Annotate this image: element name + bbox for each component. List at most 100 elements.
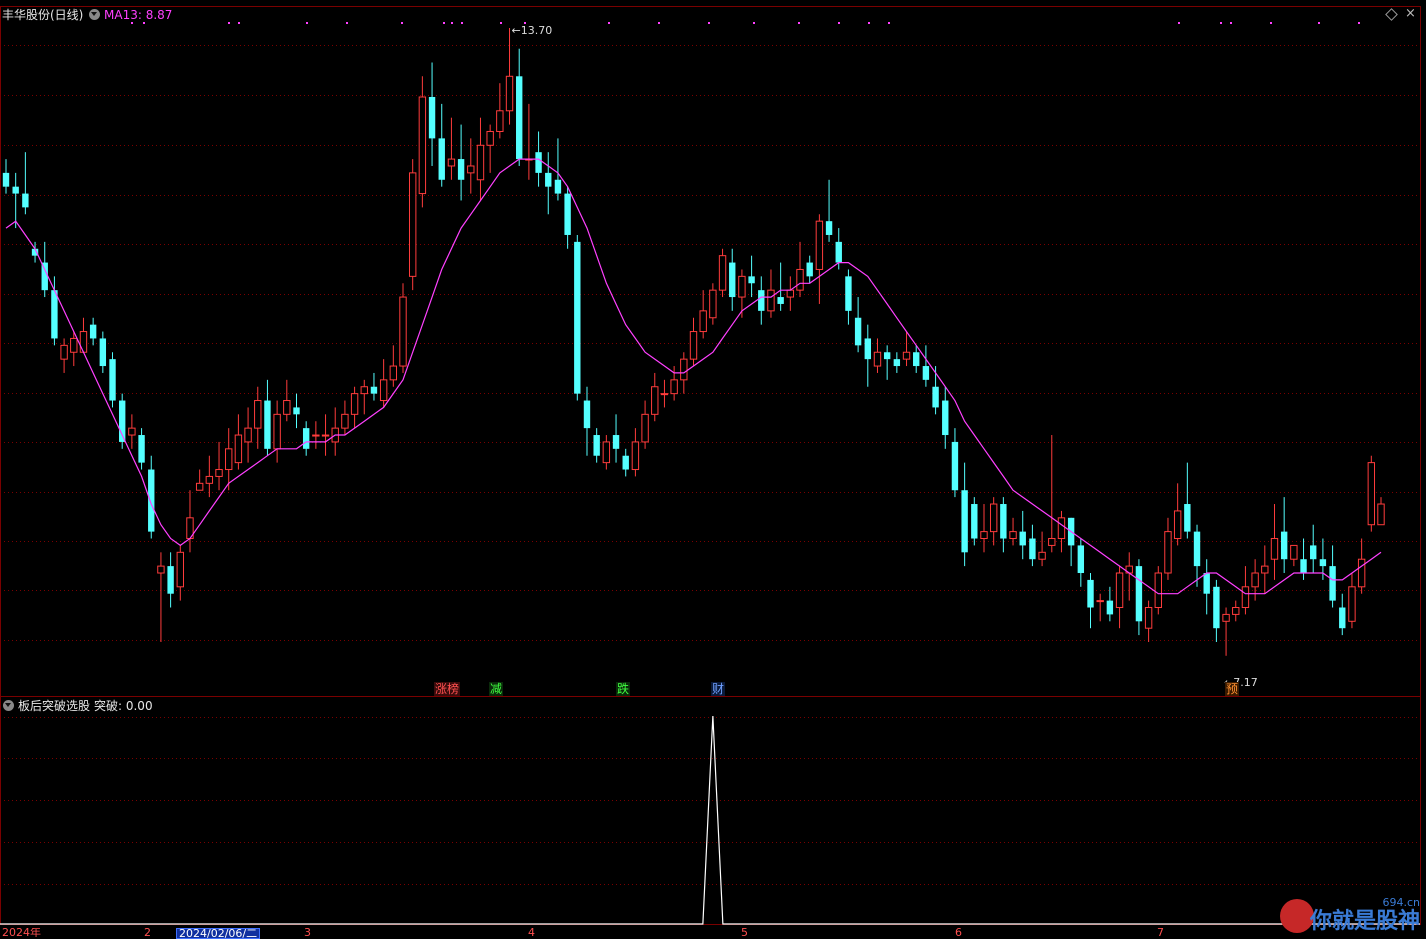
event-dot [798, 22, 800, 24]
candle-body [447, 158, 456, 167]
candle-body [738, 275, 746, 298]
candle-body [225, 448, 233, 471]
candle-body [457, 159, 465, 180]
candle-body [486, 130, 494, 146]
candle-body [631, 441, 640, 471]
candle-body [128, 427, 136, 436]
candle-body [1232, 607, 1240, 615]
candle-body [1154, 572, 1162, 609]
candle-body [699, 310, 707, 333]
close-icon[interactable]: × [1405, 6, 1416, 21]
candle-body [1048, 538, 1056, 546]
candle-body [1300, 559, 1307, 574]
candle-body [370, 386, 378, 394]
candle-body [942, 400, 949, 436]
event-dot [524, 22, 526, 24]
event-dot [608, 22, 610, 24]
event-dot [1358, 22, 1360, 24]
candle-body [554, 179, 562, 194]
candle-body [1290, 544, 1298, 560]
event-dot [461, 22, 463, 24]
candle-body [825, 221, 833, 235]
event-dot [500, 22, 502, 24]
candle-body [312, 434, 320, 437]
candle-body [1319, 559, 1327, 567]
signal-tag-cai[interactable]: 财 [711, 682, 726, 696]
candle-body [612, 435, 620, 449]
candle-body [1339, 607, 1346, 629]
candle-body [1241, 586, 1250, 609]
candle-body [254, 400, 262, 429]
candle-body [980, 531, 988, 540]
candle-body [893, 359, 901, 367]
candle-body [1367, 462, 1376, 526]
chart-frame [0, 6, 1421, 925]
candle-body [1213, 586, 1220, 629]
candle-body [873, 351, 882, 367]
candle-body [1329, 566, 1336, 601]
candle-body [1029, 538, 1036, 560]
candle-body [70, 337, 78, 353]
chevron-down-circle-icon[interactable] [89, 9, 100, 20]
candle-body [545, 172, 552, 187]
event-dot [658, 22, 660, 24]
candle-body [651, 386, 659, 415]
candle-body [845, 276, 852, 311]
candle-body [777, 297, 784, 304]
candle-body [176, 551, 184, 588]
candle-body [1310, 545, 1317, 560]
event-dot [1230, 22, 1232, 24]
x-label-mar: 3 [304, 928, 311, 937]
event-dot [1220, 22, 1222, 24]
chart-canvas[interactable]: ←13.70←7.17 [0, 0, 1426, 937]
candle-body [428, 96, 436, 139]
candle-body [913, 352, 920, 367]
candle-body [574, 241, 581, 394]
event-dot [1270, 22, 1272, 24]
candle-body [399, 296, 407, 367]
candle-body [2, 172, 10, 187]
candle-body [350, 393, 359, 415]
candle-body [264, 400, 271, 449]
signal-tag-zhangbang[interactable]: 涨榜 [434, 682, 461, 696]
x-label-year: 2024年 [2, 928, 41, 937]
candle-body [1251, 572, 1259, 588]
candle-body [989, 503, 998, 533]
event-dot [838, 22, 840, 24]
candle-body [1038, 551, 1046, 560]
x-label-may: 5 [741, 928, 748, 937]
event-dot [401, 22, 403, 24]
candle-body [195, 482, 204, 491]
candle-body [12, 186, 19, 194]
candle-body [167, 566, 174, 594]
candle-body [273, 413, 281, 450]
candle-body [709, 289, 717, 319]
indicator-collapse-icon[interactable] [3, 700, 14, 711]
candle-body [89, 324, 97, 339]
event-dot [708, 22, 710, 24]
candle-body [796, 268, 804, 291]
candle-body [535, 152, 542, 173]
signal-tag-die[interactable]: 跌 [616, 682, 631, 696]
candle-body [718, 255, 727, 291]
candle-body [689, 331, 698, 360]
watermark-logo-icon [1280, 899, 1314, 933]
candle-body [622, 455, 629, 470]
candle-body [467, 165, 475, 174]
signal-tag-jian[interactable]: 减 [489, 682, 504, 696]
candle-body [641, 413, 649, 443]
candle-body [215, 469, 223, 477]
candle-body [379, 379, 388, 402]
signal-tag-yu[interactable]: 预 [1225, 682, 1240, 696]
candle-body [951, 441, 959, 491]
candle-body [302, 428, 310, 449]
candle-body [1164, 531, 1172, 574]
candle-body [1203, 573, 1210, 594]
candle-body [922, 366, 930, 380]
candle-body [60, 344, 68, 360]
candle-body [283, 400, 291, 415]
candle-body [660, 393, 669, 396]
candle-body [157, 565, 165, 574]
candle-body [767, 289, 775, 312]
event-dot [753, 22, 755, 24]
